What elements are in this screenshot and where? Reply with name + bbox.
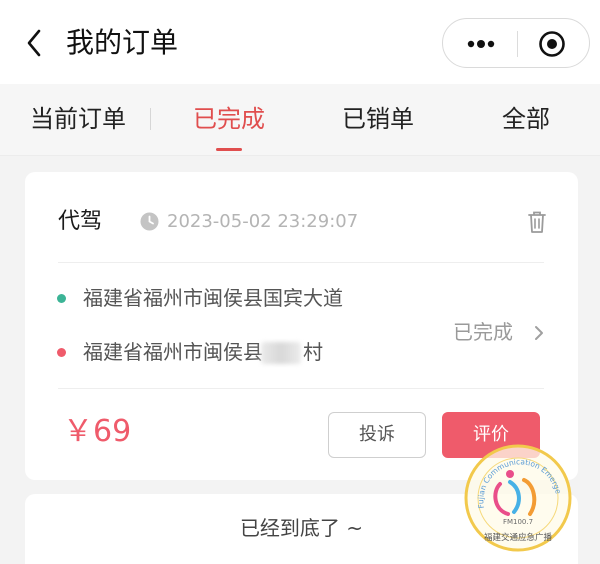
service-type: 代驾	[58, 209, 103, 234]
target-circle-icon[interactable]	[537, 29, 567, 59]
order-time: 2023-05-02 23:29:07	[167, 211, 359, 232]
complaint-button[interactable]: 投诉	[328, 412, 426, 458]
radio-watermark-logo: Fujian Communication Emergency Radio FM1…	[464, 444, 572, 552]
tab-all[interactable]: 全部	[502, 102, 550, 136]
order-card[interactable]: 代驾 2023-05-02 23:29:07 福建省福州市闽侯县国宾大道 福建省…	[25, 172, 578, 480]
tab-completed[interactable]: 已完成	[193, 102, 265, 136]
watermark-frequency: FM100.7	[503, 518, 533, 526]
capsule-divider	[517, 31, 518, 57]
page-title: 我的订单	[66, 26, 179, 59]
divider	[58, 262, 544, 263]
end-address-suffix: 村	[303, 340, 323, 364]
mini-program-capsule	[442, 18, 590, 68]
more-dots-icon[interactable]	[459, 29, 503, 59]
tab-separator	[150, 108, 151, 130]
redaction-blur	[261, 342, 301, 364]
navigation-bar: 我的订单	[0, 0, 600, 84]
watermark-station-name: 福建交通应急广播	[484, 532, 553, 543]
tab-cancelled[interactable]: 已销单	[342, 102, 414, 136]
chevron-right-icon[interactable]	[533, 324, 545, 342]
tab-current-orders[interactable]: 当前订单	[30, 102, 126, 136]
divider	[58, 388, 544, 389]
chevron-left-icon[interactable]	[22, 26, 48, 60]
end-address-prefix: 福建省福州市闽侯县	[83, 340, 263, 364]
active-tab-indicator	[216, 148, 242, 151]
start-address: 福建省福州市闽侯县国宾大道	[83, 286, 343, 310]
order-tabs: 当前订单 已完成 已销单 全部	[0, 84, 600, 156]
end-point-dot	[57, 348, 66, 357]
trash-icon[interactable]	[527, 210, 547, 234]
clock-icon	[140, 212, 159, 231]
order-status[interactable]: 已完成	[453, 318, 513, 346]
order-price: ￥69	[63, 414, 132, 449]
start-point-dot	[57, 294, 66, 303]
